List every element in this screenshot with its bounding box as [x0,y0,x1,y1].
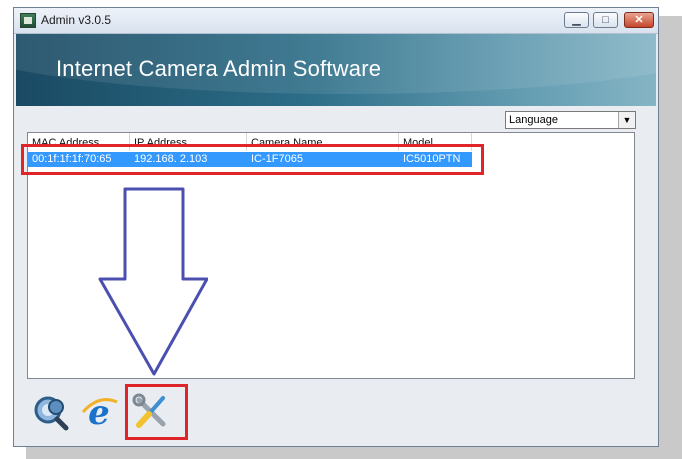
search-camera-icon[interactable] [30,392,70,432]
minimize-button[interactable]: ▁ [564,12,589,28]
window-title: Admin v3.0.5 [41,13,112,27]
title-bar[interactable]: Admin v3.0.5 ▁ □ ✕ [14,8,658,34]
app-icon [20,13,36,28]
internet-explorer-icon[interactable]: e [79,392,119,432]
header-banner: Internet Camera Admin Software [16,34,656,106]
down-arrow-annotation [98,187,208,376]
close-button[interactable]: ✕ [624,12,654,28]
tool-highlight-box [125,384,188,440]
banner-title: Internet Camera Admin Software [56,56,382,81]
row-highlight-box [21,144,484,175]
language-dropdown[interactable]: Language ▼ [505,111,636,129]
maximize-button[interactable]: □ [593,12,618,28]
chevron-down-icon[interactable]: ▼ [618,112,635,128]
language-selected: Language [509,114,558,126]
